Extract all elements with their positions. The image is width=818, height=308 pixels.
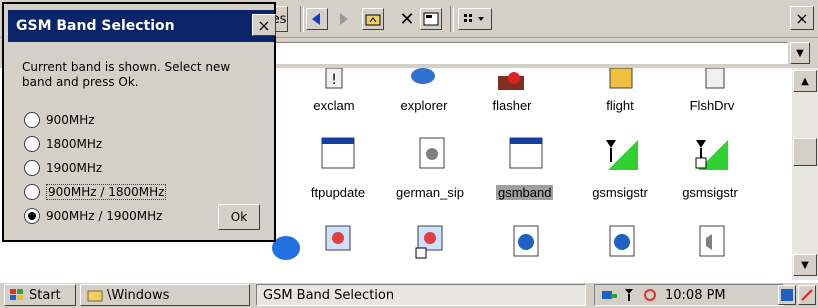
view-menu-button[interactable] (458, 8, 492, 30)
flshdrv-icon (705, 68, 725, 89)
icon-label[interactable]: explorer (384, 98, 464, 113)
desktop-button[interactable] (778, 285, 796, 305)
flight-icon (609, 68, 633, 89)
signal-strength-shortcut-icon[interactable] (694, 136, 730, 172)
forward-button[interactable] (332, 8, 354, 30)
icon-label-selected[interactable]: gsmband (496, 185, 554, 200)
vertical-scrollbar[interactable]: ▲ ▼ (792, 68, 818, 280)
chevron-up-icon: ▲ (801, 75, 809, 87)
folder-icon (87, 290, 103, 302)
pen-icon (801, 289, 813, 301)
windows-flag-icon (10, 289, 23, 300)
icon-label[interactable]: FlshDrv (672, 98, 752, 113)
window-app-icon[interactable] (508, 136, 544, 172)
sync-icon[interactable] (641, 288, 659, 302)
radio-label: 1900MHz (46, 161, 103, 175)
flasher-icon (498, 72, 524, 90)
delete-x-icon: ✕ (399, 8, 415, 30)
speaker-icon[interactable] (694, 224, 730, 260)
chevron-down-icon: ▼ (796, 47, 804, 59)
close-icon: × (795, 8, 809, 28)
exclam-icon: ! (325, 68, 343, 89)
close-icon: × (257, 15, 271, 35)
up-folder-button[interactable] (362, 8, 384, 30)
radio-button-icon[interactable] (24, 184, 40, 200)
setup-shortcut-icon[interactable] (508, 224, 544, 260)
dialog-message: Current band is shown. Select new band a… (22, 60, 231, 89)
back-button[interactable] (306, 8, 328, 30)
icon-label[interactable]: gsmsigstr (580, 185, 660, 200)
scroll-down-button[interactable]: ▼ (793, 254, 817, 276)
icon-label[interactable]: german_sip (390, 185, 470, 200)
explorer-close-button[interactable]: × (790, 6, 814, 30)
signal-strength-icon[interactable] (604, 136, 640, 172)
dialog-title-bar: GSM Band Selection × (8, 10, 276, 42)
chevron-down-icon: ▼ (801, 259, 809, 271)
radio-label: 900MHz (46, 113, 95, 127)
delete-button[interactable]: ✕ (396, 8, 418, 30)
scroll-up-button[interactable]: ▲ (793, 70, 817, 92)
image-viewer-shortcut-icon[interactable] (414, 224, 450, 260)
radio-label: 900MHz / 1800MHz (46, 184, 167, 200)
toolbar-separator (300, 6, 304, 32)
network-icon[interactable] (601, 288, 619, 302)
icon-label[interactable]: flight (580, 98, 660, 113)
dialog-close-button[interactable]: × (252, 14, 276, 36)
gsm-band-dialog: GSM Band Selection × Current band is sho… (2, 2, 276, 242)
properties-button[interactable] (420, 8, 442, 30)
signal-icon[interactable] (625, 288, 635, 302)
start-label: Start (29, 287, 61, 303)
up-folder-icon (365, 14, 381, 26)
taskbar-gsm-label: GSM Band Selection (263, 287, 395, 303)
taskbar-windows-label: \Windows (107, 287, 170, 303)
address-input[interactable] (270, 42, 788, 64)
toolbar-separator (450, 6, 454, 32)
radio-label: 900MHz / 1900MHz (46, 209, 163, 223)
radio-button-icon[interactable] (24, 136, 40, 152)
explorer-icon (411, 68, 435, 84)
folder-content: ! exclam explorer flasher flight FlshDrv… (270, 68, 790, 280)
ok-button[interactable]: Ok (218, 204, 260, 230)
back-arrow-icon (312, 13, 320, 25)
clock[interactable]: 10:08 PM (665, 288, 726, 303)
svg-text:!: ! (331, 72, 337, 88)
system-tray: 10:08 PM (594, 284, 784, 306)
properties-icon (423, 12, 439, 26)
radio-900-1800mhz[interactable]: 900MHz / 1800MHz (24, 182, 254, 202)
icon-label[interactable]: flasher (472, 98, 552, 113)
gear-file-icon[interactable] (414, 136, 450, 172)
radio-button-selected-icon[interactable] (24, 208, 40, 224)
install-icon[interactable] (604, 224, 640, 260)
start-button[interactable]: Start (4, 284, 76, 306)
taskbar-windows-button[interactable]: \Windows (80, 284, 250, 306)
radio-1900mhz[interactable]: 1900MHz (24, 158, 254, 178)
dialog-title: GSM Band Selection (16, 18, 175, 34)
scroll-thumb[interactable] (793, 138, 817, 166)
image-viewer-icon[interactable] (322, 224, 358, 260)
desktop-icon (781, 289, 793, 301)
icon-label[interactable]: ftpupdate (298, 185, 378, 200)
view-grid-icon (464, 14, 484, 22)
icon-label[interactable]: exclam (294, 98, 374, 113)
forward-arrow-icon (340, 13, 348, 25)
radio-900mhz[interactable]: 900MHz (24, 110, 254, 130)
radio-1800mhz[interactable]: 1800MHz (24, 134, 254, 154)
radio-button-icon[interactable] (24, 160, 40, 176)
taskbar-gsm-button[interactable]: GSM Band Selection (256, 284, 586, 306)
window-app-icon[interactable] (320, 136, 356, 172)
address-dropdown-button[interactable]: ▼ (790, 42, 810, 64)
icon-label[interactable]: gsmsigstr (670, 185, 750, 200)
radio-button-icon[interactable] (24, 112, 40, 128)
radio-label: 1800MHz (46, 137, 103, 151)
input-panel-button[interactable] (798, 285, 816, 305)
